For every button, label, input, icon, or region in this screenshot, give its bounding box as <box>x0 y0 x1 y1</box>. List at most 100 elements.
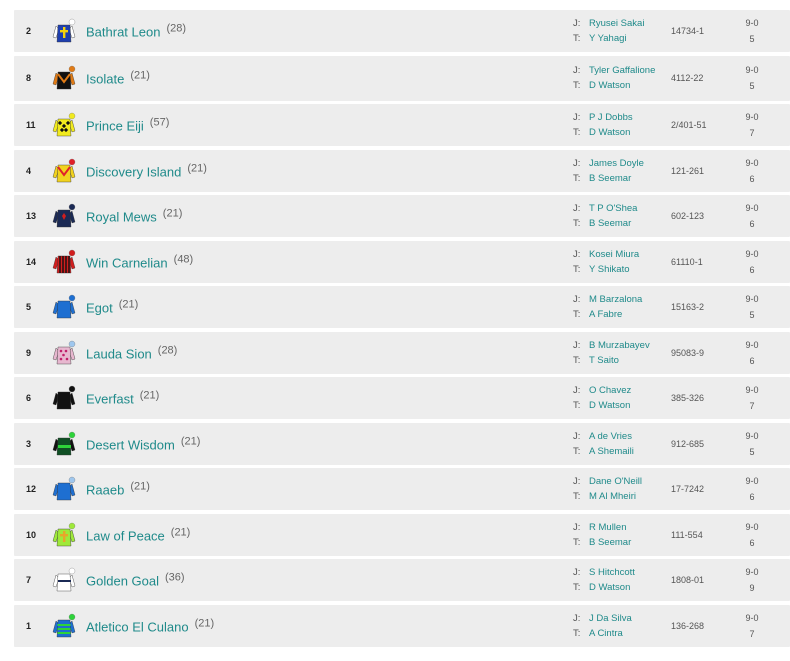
jockey-name-link[interactable]: P J Dobbs <box>589 110 657 125</box>
trainer-name-link[interactable]: A Cintra <box>589 626 657 641</box>
horse-age-rating: (28) <box>157 343 178 356</box>
jockey-name-link[interactable]: O Chavez <box>589 383 657 398</box>
weight-value: 9-0 <box>745 612 759 623</box>
form-figures: 602-123 <box>671 211 705 221</box>
trainer-name-link[interactable]: D Watson <box>589 78 657 93</box>
runner-number: 12 <box>26 484 37 494</box>
runner-row[interactable]: 10 Law of Peace (21) J: R Mullen T: B Seema… <box>14 513 790 556</box>
trainer-label: T: <box>573 218 581 229</box>
horse-name-link[interactable]: Everfast <box>86 392 134 407</box>
trainer-label: T: <box>573 582 581 593</box>
runner-row[interactable]: 2 Bathrat Leon (28) J: Ryusei Sakai T: Y Ya… <box>14 10 790 52</box>
weight-value: 9-0 <box>745 112 759 122</box>
trainer-name-link[interactable]: T Saito <box>589 353 657 368</box>
jockey-name-link[interactable]: M Barzalona <box>589 292 657 307</box>
horse-age-rating: (21) <box>130 69 150 82</box>
horse-name-link[interactable]: Isolate <box>86 72 124 87</box>
trainer-name-link[interactable]: D Watson <box>589 398 657 413</box>
horse-name-link[interactable]: Royal Mews <box>86 210 157 225</box>
runner-row[interactable]: 8 Isolate (21) J: Tyler Gaffalione T: D Wat… <box>14 55 790 101</box>
runner-row[interactable]: 13 Royal Mews (21) J: T P O'Shea T: B Seema… <box>14 195 790 237</box>
horse-name-link[interactable]: Prince Eiji <box>86 119 144 134</box>
runner-number: 13 <box>26 211 37 221</box>
jockey-name-link[interactable]: Kosei Miura <box>589 247 657 262</box>
jockey-name-link[interactable]: Dane O'Neill <box>589 474 657 489</box>
jockey-label: J: <box>573 339 581 351</box>
trainer-label: T: <box>573 400 581 411</box>
runner-row[interactable]: 12 Raaeb (21) J: Dane O'Neill T: M Al Mheir… <box>14 468 790 510</box>
jockey-label: J: <box>573 248 581 260</box>
weight-value: 9-0 <box>745 339 759 350</box>
trainer-name-link[interactable]: Y Yahagi <box>589 31 657 46</box>
weight-value: 9-0 <box>745 157 759 168</box>
runner-number: 2 <box>26 26 32 36</box>
horse-name-link[interactable]: Raaeb <box>86 483 124 498</box>
weight-value: 9-0 <box>745 18 759 28</box>
draw-number: 7 <box>749 128 755 138</box>
jockey-silks-icon <box>52 294 76 319</box>
runner-row[interactable]: 1 Atletico El Culano (21) J: J Da Silva T:… <box>14 604 790 647</box>
jockey-silks-icon <box>52 431 76 455</box>
horse-age-rating: (21) <box>162 207 183 220</box>
horse-name-link[interactable]: Win Carnelian <box>86 255 168 270</box>
draw-number: 5 <box>749 81 755 91</box>
jockey-silks-icon <box>52 158 76 182</box>
form-figures: 15163-2 <box>671 302 705 312</box>
horse-name-link[interactable]: Egot <box>86 301 113 316</box>
draw-number: 5 <box>749 34 755 44</box>
weight-value: 9-0 <box>745 294 759 304</box>
jockey-name-link[interactable]: R Mullen <box>589 520 657 535</box>
jockey-name-link[interactable]: S Hitchcott <box>589 565 657 580</box>
weight-value: 9-0 <box>745 248 759 259</box>
runner-row[interactable]: 4 Discovery Island (21) J: James Doyle T: B… <box>14 149 790 192</box>
trainer-name-link[interactable]: B Seemar <box>589 216 657 231</box>
runner-number: 8 <box>26 73 32 83</box>
jockey-name-link[interactable]: J Da Silva <box>589 611 657 626</box>
horse-age-rating: (28) <box>166 22 187 35</box>
horse-name-link[interactable]: Golden Goal <box>86 574 159 589</box>
horse-name-link[interactable]: Law of Peace <box>86 528 165 543</box>
draw-number: 5 <box>749 446 755 457</box>
runner-row[interactable]: 6 Everfast (21) J: O Chavez T: D Watson 385… <box>14 377 790 419</box>
trainer-name-link[interactable]: M Al Mheiri <box>589 489 657 504</box>
trainer-name-link[interactable]: A Fabre <box>589 307 657 322</box>
trainer-name-link[interactable]: B Seemar <box>589 171 657 186</box>
horse-name-link[interactable]: Atletico El Culano <box>86 619 189 634</box>
trainer-name-link[interactable]: A Shemaili <box>589 444 657 459</box>
horse-age-rating: (36) <box>165 571 185 584</box>
weight-value: 9-0 <box>745 65 759 75</box>
trainer-name-link[interactable]: Y Shikato <box>589 262 657 277</box>
runner-row[interactable]: 7 Golden Goal (36) J: S Hitchcott T: D Wats… <box>14 559 790 601</box>
form-figures: 912-685 <box>671 438 705 449</box>
runner-row[interactable]: 3 Desert Wisdom (21) J: A de Vries T: A She… <box>14 422 790 465</box>
horse-name-link[interactable]: Discovery Island <box>86 164 181 179</box>
runner-row[interactable]: 14 Win Carnelian (48) J: Kosei Miura T: Y S… <box>14 240 790 283</box>
horse-age-rating: (21) <box>130 480 150 493</box>
draw-number: 7 <box>749 401 755 411</box>
horse-name-link[interactable]: Bathrat Leon <box>86 25 160 40</box>
trainer-label: T: <box>573 263 581 275</box>
trainer-name-link[interactable]: B Seemar <box>589 535 657 550</box>
horse-name-link[interactable]: Lauda Sion <box>86 346 152 361</box>
runner-number: 7 <box>26 575 32 585</box>
jockey-name-link[interactable]: Tyler Gaffalione <box>589 63 657 78</box>
trainer-label: T: <box>573 627 581 639</box>
horse-age-rating: (21) <box>118 298 139 311</box>
runner-number: 3 <box>26 438 32 449</box>
horse-age-rating: (21) <box>180 434 201 447</box>
runner-row[interactable]: 11 Prince Eiji (57) J: P J Dobbs T: D Watso… <box>14 104 790 146</box>
weight-value: 9-0 <box>745 385 759 395</box>
runner-row[interactable]: 5 Egot (21) J: M Barzalona T: A Fabre 15163… <box>14 286 790 328</box>
horse-age-rating: (57) <box>149 116 170 129</box>
jockey-name-link[interactable]: A de Vries <box>589 429 657 444</box>
form-figures: 61110-1 <box>671 256 703 267</box>
trainer-name-link[interactable]: D Watson <box>589 580 657 595</box>
jockey-name-link[interactable]: T P O'Shea <box>589 201 657 216</box>
runner-row[interactable]: 9 Lauda Sion (28) J: B Murzabayev T: T Sait… <box>14 331 790 374</box>
jockey-name-link[interactable]: Ryusei Sakai <box>589 16 657 31</box>
trainer-name-link[interactable]: D Watson <box>589 125 657 140</box>
jockey-name-link[interactable]: B Murzabayev <box>589 338 657 353</box>
horse-name-link[interactable]: Desert Wisdom <box>86 437 175 452</box>
jockey-silks-icon <box>52 385 76 410</box>
jockey-name-link[interactable]: James Doyle <box>589 156 657 171</box>
